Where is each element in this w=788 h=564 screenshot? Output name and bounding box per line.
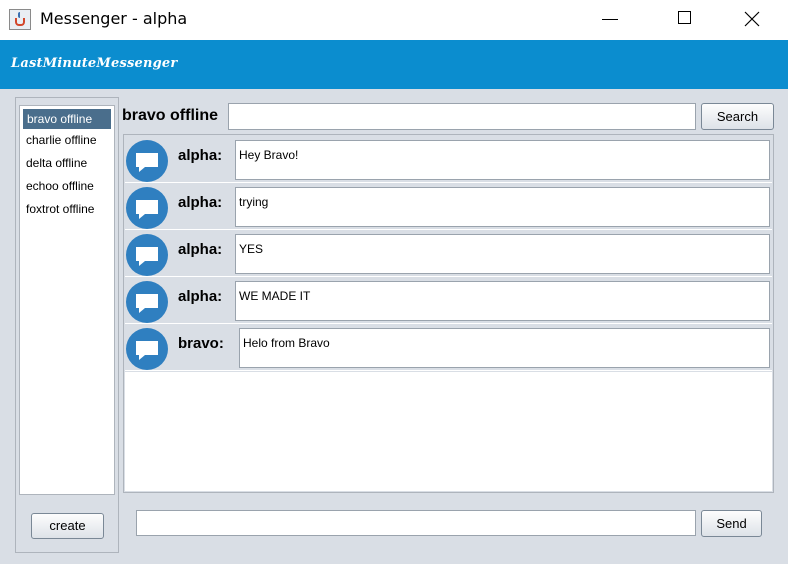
contact-item-delta[interactable]: delta offline	[20, 152, 114, 175]
java-cup-icon	[9, 9, 31, 30]
message-author: alpha:	[178, 194, 223, 211]
contact-item-bravo[interactable]: bravo offline	[23, 109, 111, 129]
message-author: alpha:	[178, 288, 223, 305]
message-text: WE MADE IT	[235, 281, 770, 321]
window-title: Messenger - alpha	[40, 9, 188, 28]
main-content: bravo offline charlie offline delta offl…	[0, 89, 788, 564]
compose-input[interactable]	[136, 510, 696, 536]
brand-banner: LastMinuteMessenger	[0, 40, 788, 89]
message-list[interactable]: alpha: Hey Bravo! alpha: trying alpha: Y…	[123, 134, 774, 493]
minimize-icon[interactable]	[588, 0, 634, 38]
brand-logo-text: LastMinuteMessenger	[11, 56, 178, 71]
contact-item-echoo[interactable]: echoo offline	[20, 175, 114, 198]
message-author: alpha:	[178, 241, 223, 258]
message-text: Hey Bravo!	[235, 140, 770, 180]
contacts-panel: bravo offline charlie offline delta offl…	[15, 97, 119, 553]
speech-bubble-icon	[126, 281, 168, 323]
search-button[interactable]: Search	[701, 103, 774, 130]
contact-item-foxtrot[interactable]: foxtrot offline	[20, 198, 114, 221]
contact-list[interactable]: bravo offline charlie offline delta offl…	[19, 105, 115, 495]
close-icon[interactable]	[730, 0, 776, 38]
speech-bubble-icon	[126, 234, 168, 276]
message-author: alpha:	[178, 147, 223, 164]
message-row: alpha: WE MADE IT	[125, 277, 772, 324]
search-input[interactable]	[228, 103, 696, 130]
chat-contact-title: bravo offline	[122, 107, 219, 124]
window-title-bar[interactable]: Messenger - alpha	[0, 0, 788, 40]
message-author: bravo:	[178, 335, 224, 352]
message-row: bravo: Helo from Bravo	[125, 324, 772, 371]
contact-item-charlie[interactable]: charlie offline	[20, 129, 114, 152]
maximize-icon[interactable]	[662, 0, 708, 38]
speech-bubble-icon	[126, 328, 168, 370]
message-row: alpha: Hey Bravo!	[125, 136, 772, 183]
message-row: alpha: YES	[125, 230, 772, 277]
message-text: YES	[235, 234, 770, 274]
send-button[interactable]: Send	[701, 510, 762, 537]
create-button[interactable]: create	[31, 513, 104, 539]
speech-bubble-icon	[126, 140, 168, 182]
message-text: Helo from Bravo	[239, 328, 770, 368]
message-row: alpha: trying	[125, 183, 772, 230]
speech-bubble-icon	[126, 187, 168, 229]
message-text: trying	[235, 187, 770, 227]
message-list-empty-area	[125, 372, 772, 491]
